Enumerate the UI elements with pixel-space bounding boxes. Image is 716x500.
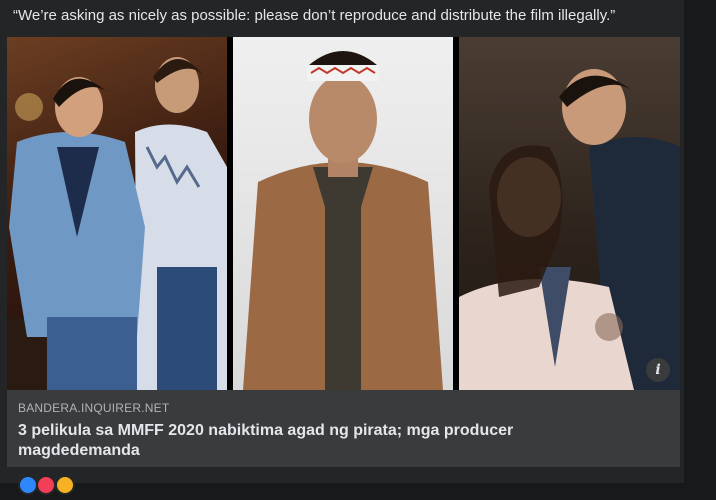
like-reaction-icon: [18, 475, 38, 495]
love-reaction-icon: [36, 475, 57, 495]
info-icon[interactable]: i: [646, 358, 670, 382]
movie-poster-left: [7, 37, 227, 390]
reaction-icons[interactable]: [18, 475, 75, 500]
movie-poster-right: [459, 37, 680, 390]
link-headline[interactable]: 3 pelikula sa MMFF 2020 nabiktima agad n…: [18, 421, 618, 461]
link-preview-card[interactable]: BANDERA.INQUIRER.NET 3 pelikula sa MMFF …: [7, 390, 680, 467]
link-domain: BANDERA.INQUIRER.NET: [18, 401, 170, 415]
haha-reaction-icon: [54, 475, 75, 495]
news-feed-post: “We’re asking as nicely as possible: ple…: [0, 0, 684, 495]
post-caption: “We’re asking as nicely as possible: ple…: [13, 7, 616, 24]
movie-poster-center: [233, 37, 453, 390]
link-preview-image[interactable]: i: [7, 37, 680, 390]
